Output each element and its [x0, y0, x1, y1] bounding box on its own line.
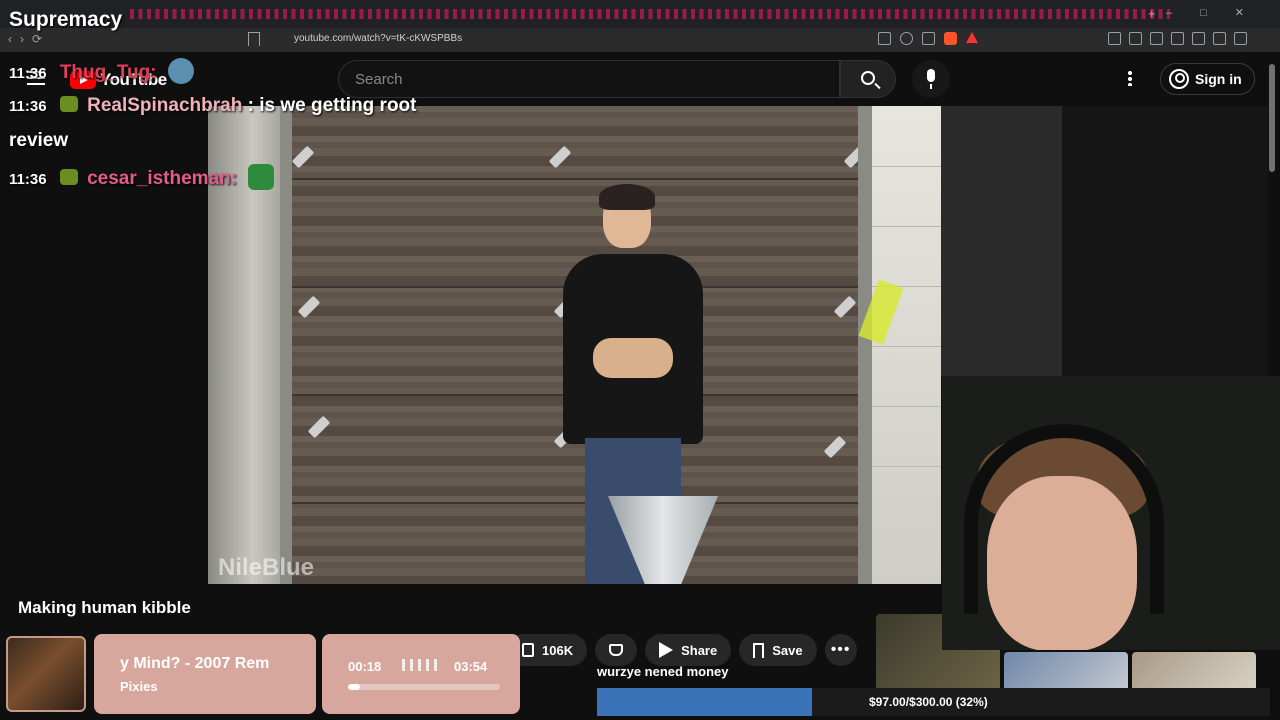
new-tab-icon[interactable]: + — [1148, 6, 1156, 21]
chat-time: 11:36 — [9, 171, 47, 188]
track-current-time: 00:18 — [348, 659, 382, 674]
more-actions-icon[interactable]: ••• — [824, 634, 857, 666]
save-icon — [753, 642, 765, 658]
chat-message: 11:36 Thug_Tug: — [9, 56, 429, 91]
address-bar: ‹›⟳ youtube.com/watch?v=tK-cKWSPBBs — [0, 28, 1280, 52]
search-icon — [861, 71, 875, 85]
like-count: 106K — [542, 642, 574, 658]
emote-icon — [248, 164, 275, 190]
tab-icon[interactable] — [878, 32, 891, 45]
voice-search-mic-icon[interactable] — [912, 60, 950, 98]
chat-username: Thug_Tug: — [59, 62, 157, 83]
vpn-icon[interactable] — [1213, 32, 1226, 45]
sign-in-button[interactable]: Sign in — [1160, 63, 1255, 95]
share-icon — [659, 642, 674, 658]
sidebar-dark-area — [941, 106, 1062, 376]
headset-icon — [964, 424, 1164, 614]
emote-icon — [167, 58, 194, 84]
track-progress-bar — [348, 684, 500, 690]
track-progress-card — [322, 634, 520, 714]
pinned-tabs[interactable] — [130, 9, 1170, 19]
track-title: y Mind? - 2007 Rem — [120, 655, 270, 672]
track-info-card — [94, 634, 316, 714]
video-thumbnail[interactable] — [1132, 652, 1256, 692]
account-icon — [1169, 69, 1189, 89]
video-title: Making human kibble — [18, 598, 191, 617]
scrollbar-thumb[interactable] — [1269, 64, 1275, 172]
share-label: Share — [681, 642, 718, 658]
user-badge-icon — [59, 169, 78, 185]
video-actions: 106K Share Save ••• — [508, 634, 857, 666]
dislike-button[interactable] — [595, 634, 638, 666]
save-label: Save — [772, 642, 803, 658]
sidebar-dark-area-2 — [1062, 106, 1268, 376]
video-thumbnail[interactable] — [1004, 652, 1128, 692]
stream-title: Supremacy — [9, 8, 123, 31]
streamer-webcam — [942, 376, 1280, 650]
music-icon[interactable] — [1150, 32, 1163, 45]
goal-progress-fill — [597, 688, 813, 716]
like-icon — [522, 643, 534, 657]
bookmark-icon[interactable] — [248, 32, 260, 46]
equalizer-icon — [402, 659, 440, 671]
wallet-icon[interactable] — [1192, 32, 1205, 45]
share-page-icon[interactable] — [922, 32, 935, 45]
url-text[interactable]: youtube.com/watch?v=tK-cKWSPBBs — [294, 33, 462, 44]
track-duration: 03:54 — [454, 659, 488, 674]
goal-progress-text: $97.00/$300.00 (32%) — [869, 695, 988, 709]
chat-message: 11:36 RealSpinachbrah : is we getting ro… — [9, 89, 429, 158]
screenshot-icon[interactable] — [1129, 32, 1142, 45]
dislike-icon — [609, 644, 624, 656]
share-button[interactable]: Share — [645, 634, 732, 666]
video-door-track-right — [858, 106, 872, 584]
settings-kebab-icon[interactable] — [1128, 70, 1132, 86]
goal-label: wurzye nened money — [597, 664, 729, 679]
track-progress-fill — [348, 684, 360, 690]
save-button[interactable]: Save — [739, 634, 817, 666]
browser-tab-strip: + –□✕ — [0, 0, 1280, 28]
extensions-bar — [1108, 32, 1247, 45]
donation-goal-bar: $97.00/$300.00 (32%) — [597, 688, 1270, 716]
chat-time: 11:36 — [9, 65, 47, 82]
chat-time: 11:36 — [9, 98, 47, 115]
user-badge-icon — [59, 96, 78, 112]
brave-shield-icon[interactable] — [944, 32, 957, 45]
track-artist: Pixies — [120, 679, 158, 694]
chat-username: cesar_istheman: — [87, 168, 238, 189]
address-bar-actions — [878, 32, 978, 45]
menu-icon[interactable] — [1234, 32, 1247, 45]
chat-username: RealSpinachbrah — [87, 95, 243, 116]
channel-watermark: NileBlue — [218, 554, 315, 581]
window-controls[interactable]: –□✕ — [1166, 6, 1272, 19]
search-button[interactable] — [840, 60, 896, 98]
chat-overlay: 11:36 Thug_Tug: 11:36 RealSpinachbrah : … — [9, 56, 429, 197]
video-wall-right — [872, 106, 941, 584]
nav-back-forward-reload-icons[interactable]: ‹›⟳ — [8, 32, 50, 46]
now-playing-widget: y Mind? - 2007 Rem Pixies 00:18 03:54 — [6, 634, 520, 714]
page-scrollbar[interactable] — [1268, 56, 1276, 686]
sidebar-icon[interactable] — [1171, 32, 1184, 45]
sign-in-label: Sign in — [1195, 71, 1242, 87]
chat-message: 11:36 cesar_istheman: — [9, 162, 429, 197]
brave-rewards-icon[interactable] — [966, 32, 978, 43]
zoom-icon[interactable] — [900, 32, 913, 45]
extension-icon[interactable] — [1108, 32, 1121, 45]
album-art — [6, 636, 86, 712]
